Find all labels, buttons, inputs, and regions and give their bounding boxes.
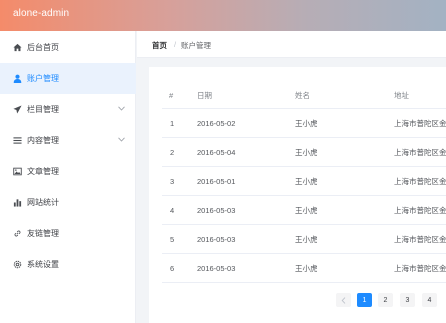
sidebar-item-columns[interactable]: 栏目管理 [0, 94, 136, 125]
sidebar-item-label: 内容管理 [27, 136, 59, 145]
cell-index: 6 [170, 264, 175, 273]
column-header-date: 日期 [197, 91, 212, 100]
sidebar-item-links[interactable]: 友链管理 [0, 218, 136, 249]
cell-index: 3 [170, 177, 175, 186]
cell-index: 5 [170, 235, 175, 244]
sidebar-item-content[interactable]: 内容管理 [0, 125, 136, 156]
cell-index: 4 [170, 206, 175, 215]
cell-date: 2016-05-02 [197, 119, 236, 128]
row-divider [162, 108, 446, 109]
sidebar-item-label: 文章管理 [27, 167, 59, 176]
pagination-page-button[interactable]: 2 [378, 293, 393, 307]
link-icon [13, 229, 22, 238]
pagination-page-button[interactable]: 4 [422, 293, 437, 307]
cell-address: 上海市普陀区金 [394, 177, 446, 186]
sidebar-item-statistics[interactable]: 网站统计 [0, 187, 136, 218]
sidebar-item-dashboard[interactable]: 后台首页 [0, 32, 136, 63]
sidebar-item-label: 栏目管理 [27, 105, 59, 114]
sidebar-item-articles[interactable]: 文章管理 [0, 156, 136, 187]
sidebar-item-accounts[interactable]: 账户管理 [0, 63, 136, 94]
app-title[interactable]: alone-admin [13, 8, 69, 19]
cell-name: 王小虎 [295, 206, 318, 215]
sidebar-item-label: 友链管理 [27, 229, 59, 238]
gear-icon [13, 260, 22, 269]
cell-address: 上海市普陀区金 [394, 264, 446, 273]
sidebar: 后台首页 账户管理 栏目管理 内容管理 文章管理 网站统计 友链管理 系统设置 [0, 31, 136, 323]
cell-address: 上海市普陀区金 [394, 235, 446, 244]
cell-index: 1 [170, 119, 175, 128]
cell-date: 2016-05-03 [197, 264, 236, 273]
chevron-down-icon[interactable] [118, 106, 125, 111]
cell-date: 2016-05-04 [197, 148, 236, 157]
cell-date: 2016-05-03 [197, 235, 236, 244]
cell-date: 2016-05-01 [197, 177, 236, 186]
home-icon [13, 43, 22, 52]
accounts-table-card: # 日期 姓名 地址 1 2016-05-02 王小虎 上海市普陀区金 2 20… [149, 67, 446, 323]
breadcrumb-current: 账户管理 [181, 41, 211, 50]
pagination-prev-button[interactable] [336, 293, 351, 307]
pagination-page-button[interactable]: 3 [400, 293, 415, 307]
list-icon [13, 136, 22, 145]
sidebar-item-label: 网站统计 [27, 198, 59, 207]
cell-address: 上海市普陀区金 [394, 119, 446, 128]
send-icon [13, 105, 22, 114]
row-divider [162, 253, 446, 254]
bar-chart-icon [13, 198, 22, 207]
cell-name: 王小虎 [295, 177, 318, 186]
breadcrumb-separator: / [174, 40, 177, 49]
cell-date: 2016-05-03 [197, 206, 236, 215]
breadcrumb-home[interactable]: 首页 [152, 40, 167, 51]
cell-name: 王小虎 [295, 264, 318, 273]
cell-name: 王小虎 [295, 235, 318, 244]
column-header-name: 姓名 [295, 91, 310, 100]
row-divider [162, 166, 446, 167]
chevron-left-icon [341, 296, 346, 304]
chevron-down-icon[interactable] [118, 137, 125, 142]
cell-name: 王小虎 [295, 148, 318, 157]
top-header: alone-admin [0, 0, 446, 31]
sidebar-item-settings[interactable]: 系统设置 [0, 249, 136, 280]
row-divider [162, 137, 446, 138]
row-divider [162, 195, 446, 196]
pagination-page-button[interactable]: 1 [357, 293, 372, 307]
sidebar-item-label: 账户管理 [27, 74, 59, 83]
column-header-address: 地址 [394, 91, 409, 100]
cell-address: 上海市普陀区金 [394, 148, 446, 157]
cell-address: 上海市普陀区金 [394, 206, 446, 215]
row-divider [162, 282, 446, 283]
user-icon [13, 74, 22, 83]
breadcrumb: 首页 / 账户管理 [137, 31, 446, 58]
image-icon [13, 167, 22, 176]
sidebar-item-label: 后台首页 [27, 43, 59, 52]
cell-name: 王小虎 [295, 119, 318, 128]
sidebar-item-label: 系统设置 [27, 260, 59, 269]
column-header-index: # [169, 91, 174, 100]
cell-index: 2 [170, 148, 175, 157]
row-divider [162, 224, 446, 225]
